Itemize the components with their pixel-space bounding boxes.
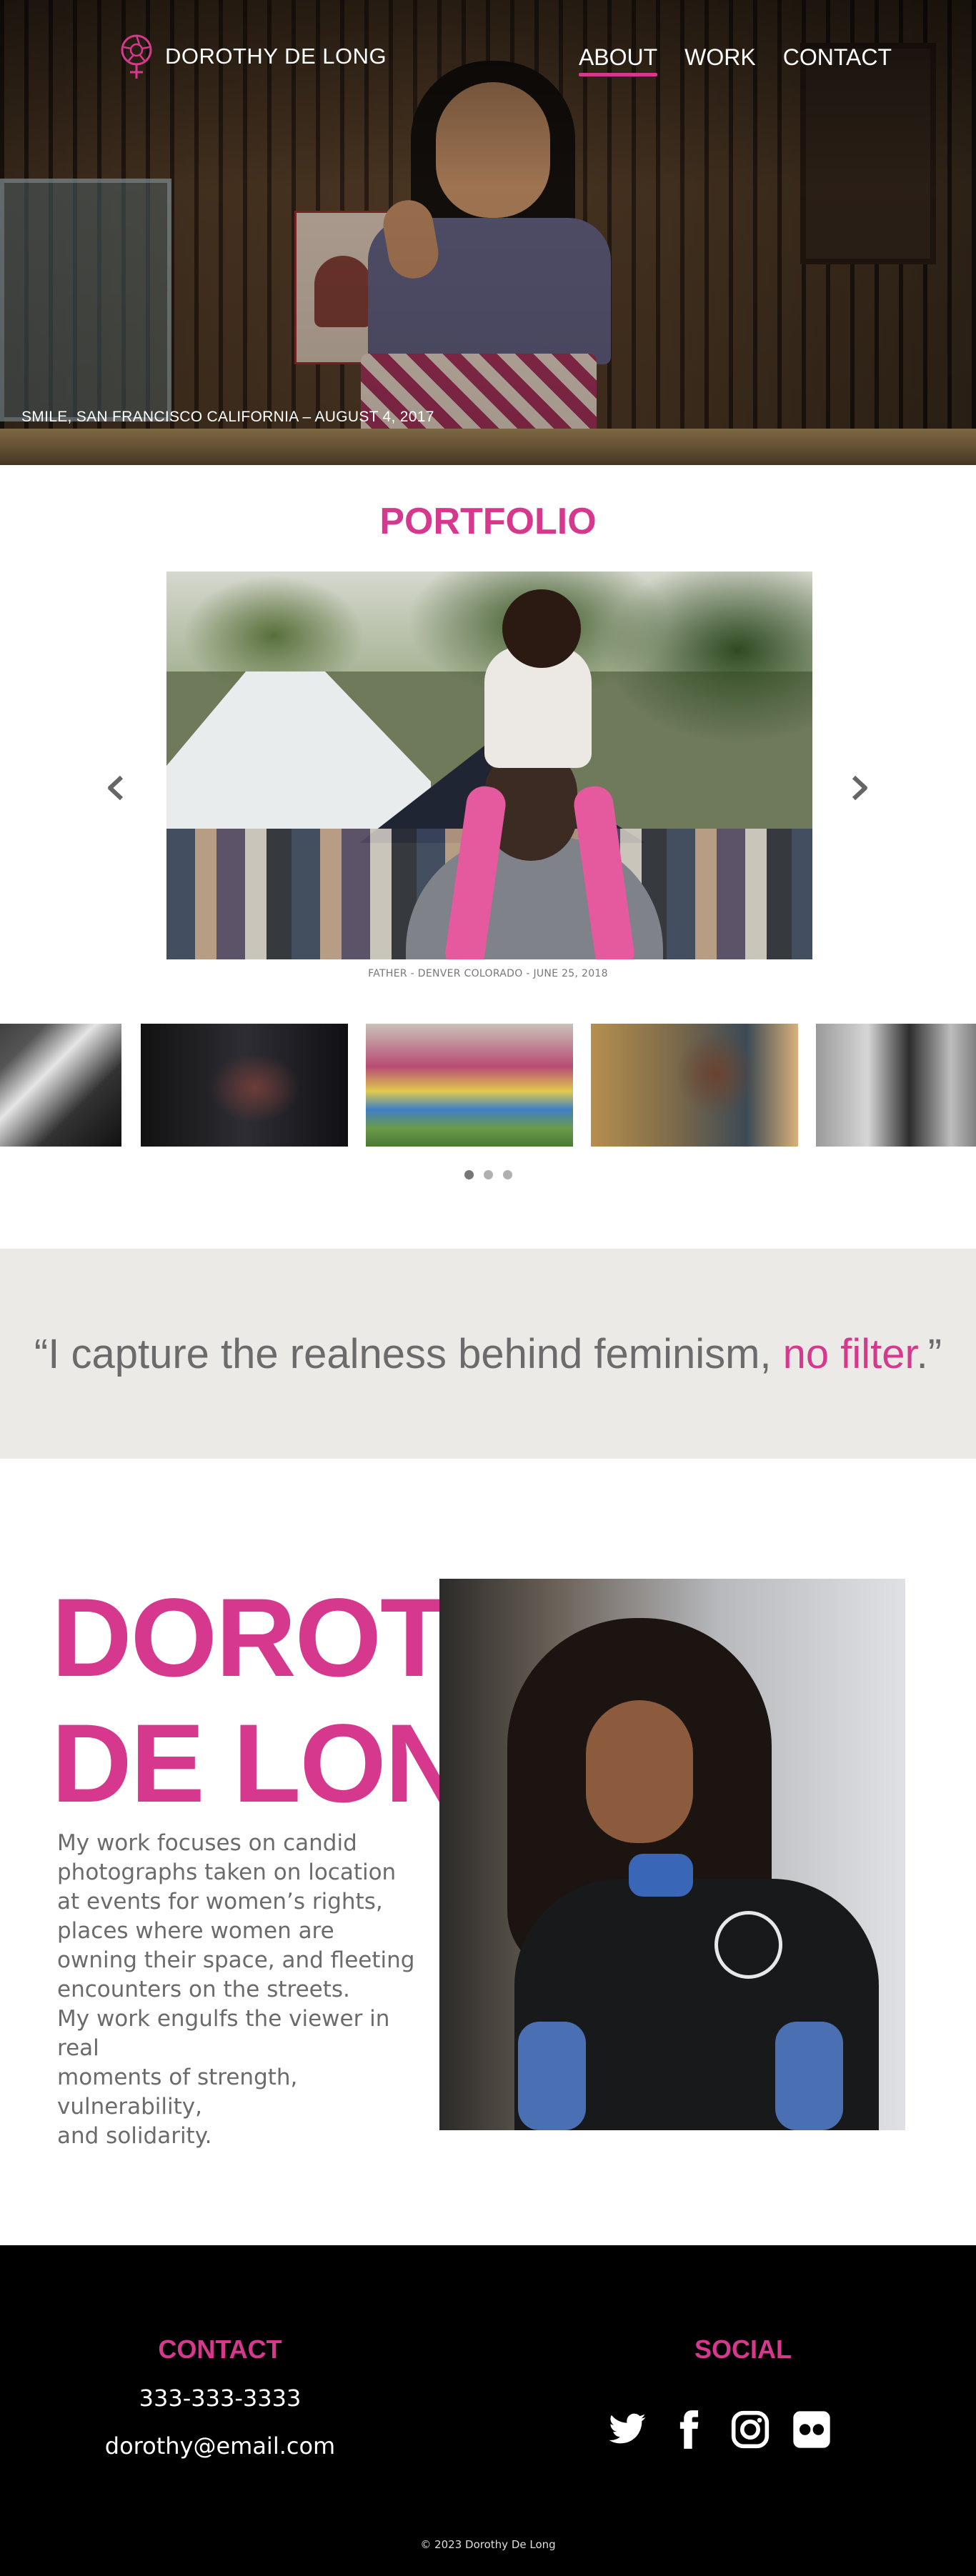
flickr-icon [793, 2411, 830, 2448]
thumbnail-strip [0, 1024, 976, 1147]
portfolio-main-photo[interactable] [166, 571, 812, 959]
chevron-right-icon [852, 775, 867, 801]
flickr-link[interactable] [792, 2410, 832, 2450]
instagram-icon [731, 2410, 770, 2449]
twitter-icon [609, 2413, 646, 2444]
carousel-dot[interactable] [464, 1170, 474, 1179]
carousel-dot[interactable] [502, 1170, 512, 1179]
portfolio-thumbnail[interactable] [0, 1024, 121, 1147]
footer-phone-link[interactable]: 333-333-3333 [77, 2385, 363, 2412]
footer-social-heading: SOCIAL [694, 2335, 792, 2364]
quote-text: “I capture the realness behind feminism,… [34, 1330, 942, 1377]
portfolio-thumbnail[interactable] [141, 1024, 348, 1147]
site-name: DOROTHY DE LONG [165, 44, 387, 69]
about-bio: My work focuses on candid photographs ta… [57, 1830, 415, 2149]
quote-section: “I capture the realness behind feminism,… [0, 1249, 976, 1459]
portfolio-thumbnail[interactable] [591, 1024, 798, 1147]
nav-about-link[interactable]: ABOUT [578, 44, 658, 76]
portfolio-thumbnail[interactable] [366, 1024, 573, 1147]
portfolio-title: PORTFOLIO [379, 501, 597, 542]
main-nav: ABOUT WORK CONTACT [578, 44, 892, 76]
nav-contact-link[interactable]: CONTACT [783, 44, 892, 71]
footer-email-link[interactable]: dorothy@email.com [77, 2432, 363, 2460]
hero-caption: SMILE, SAN FRANCISCO CALIFORNIA – AUGUST… [21, 409, 434, 425]
carousel-dots [0, 1170, 976, 1179]
social-links [607, 2410, 832, 2450]
portfolio-photo-caption: FATHER - DENVER COLORADO - JUNE 25, 2018 [368, 968, 608, 979]
carousel-prev-button[interactable] [101, 774, 130, 802]
female-camera-icon [121, 34, 152, 79]
site-footer: CONTACT 333-333-3333 dorothy@email.com S… [0, 2245, 976, 2576]
quote-accent: no filter [782, 1330, 917, 1377]
site-logo[interactable]: DOROTHY DE LONG [118, 33, 387, 80]
twitter-link[interactable] [607, 2410, 647, 2450]
facebook-icon [679, 2410, 699, 2449]
chevron-left-icon [108, 775, 124, 801]
about-portrait [439, 1579, 905, 2130]
instagram-link[interactable] [730, 2410, 770, 2450]
nav-work-link[interactable]: WORK [684, 44, 756, 71]
footer-contact-heading: CONTACT [158, 2335, 282, 2364]
portfolio-thumbnail[interactable] [816, 1024, 976, 1147]
hero-banner: DOROTHY DE LONG ABOUT WORK CONTACT SMILE… [0, 0, 976, 465]
carousel-dot[interactable] [483, 1170, 493, 1179]
copyright-text: © 2023 Dorothy De Long [420, 2538, 556, 2551]
facebook-link[interactable] [669, 2410, 709, 2450]
shirt-emblem [714, 1911, 782, 1979]
carousel-next-button[interactable] [845, 774, 874, 802]
